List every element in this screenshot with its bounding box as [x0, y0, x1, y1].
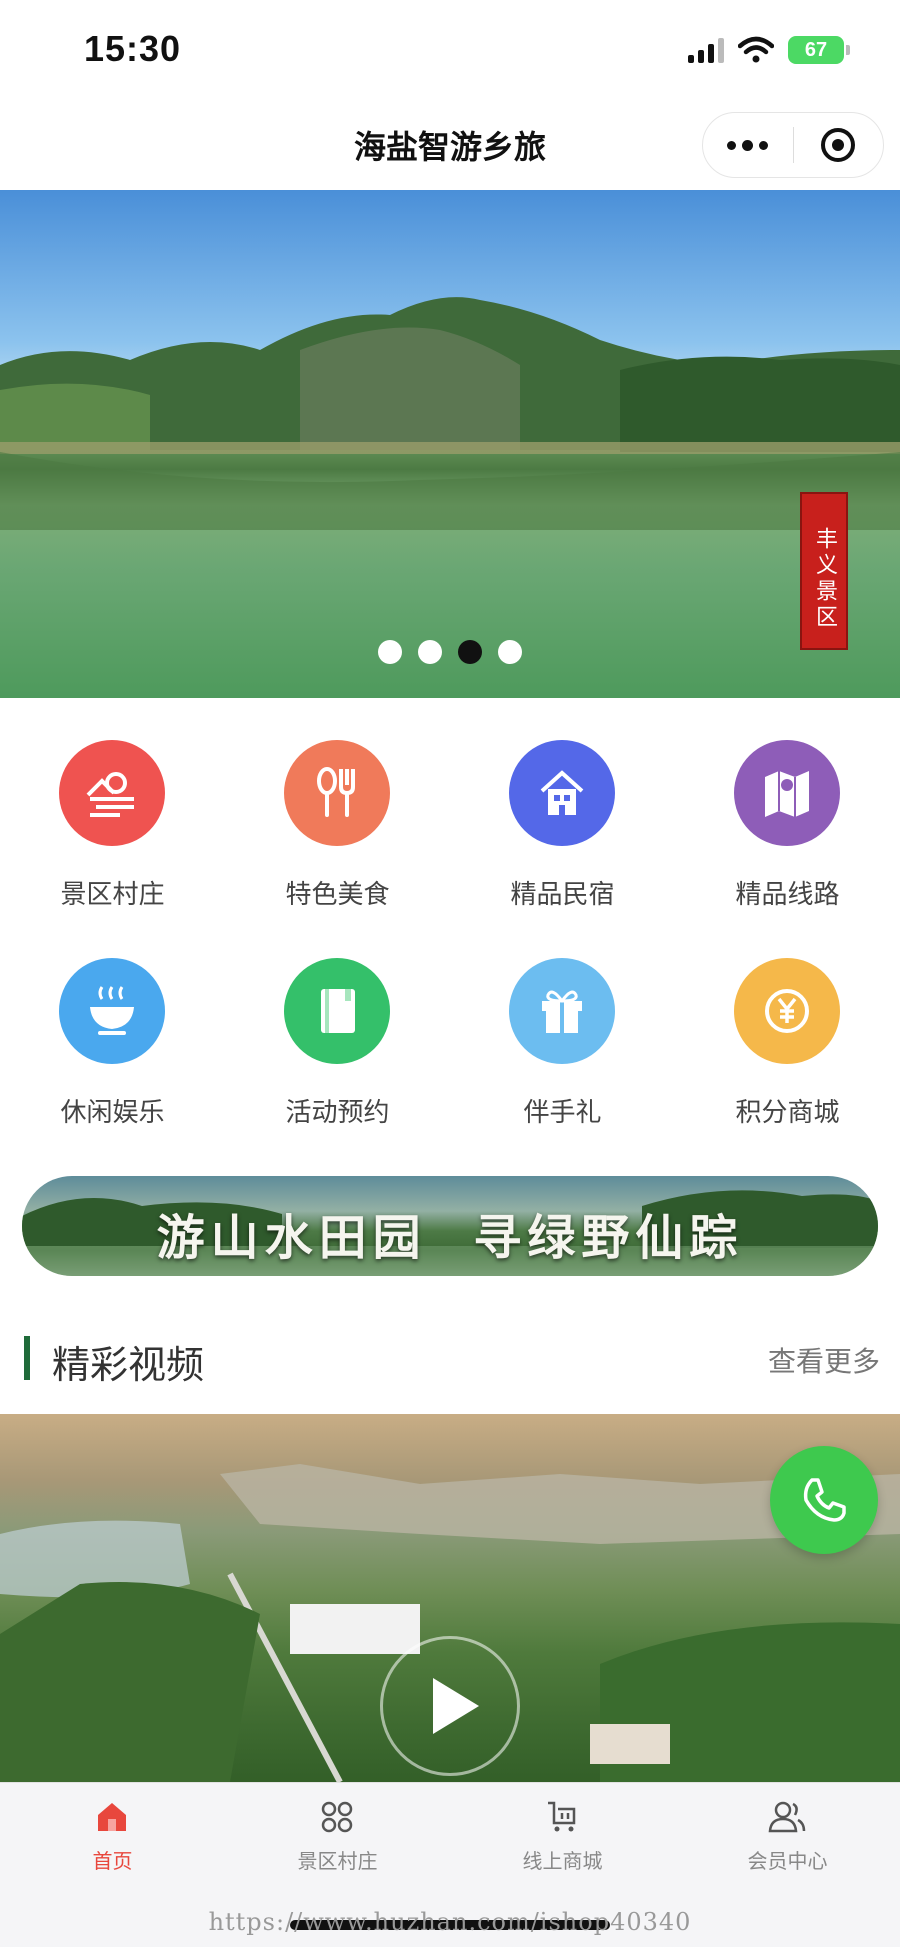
tab-scenic-villages[interactable]: 景区村庄 [225, 1797, 450, 1877]
category-leisure[interactable]: 休闲娱乐 [0, 958, 225, 1138]
category-label: 精品线路 [735, 880, 840, 910]
wifi-icon [738, 36, 774, 63]
section-accent-bar [24, 1336, 30, 1380]
battery-icon: 67 [788, 36, 850, 64]
category-event-booking[interactable]: 活动预约 [225, 958, 450, 1138]
status-time: 15:30 [84, 28, 182, 69]
tab-member-center[interactable]: 会员中心 [675, 1797, 900, 1877]
tab-label: 景区村庄 [297, 1849, 378, 1873]
tab-label: 首页 [92, 1849, 133, 1873]
watermark-url: https://www.huzhan.com/ishop40340 [208, 1908, 692, 1936]
status-bar: 15:30 67 [0, 0, 900, 100]
map-icon [734, 740, 840, 846]
carousel-dot[interactable] [418, 640, 442, 664]
category-label: 精品民宿 [510, 880, 615, 910]
tab-online-mall[interactable]: 线上商城 [450, 1797, 675, 1877]
carousel-dot[interactable] [498, 640, 522, 664]
banner-landscape-image [0, 297, 900, 530]
tab-home[interactable]: 首页 [0, 1797, 225, 1877]
carousel-dot-active[interactable] [458, 640, 482, 664]
video-player[interactable] [0, 1414, 900, 1782]
category-local-food[interactable]: 特色美食 [225, 740, 450, 920]
category-souvenirs[interactable]: 伴手礼 [450, 958, 675, 1138]
scenic-area-seal: 丰义景区 [800, 492, 848, 650]
category-grid: 景区村庄 特色美食 精品民宿 精品线路 休闲娱乐 活动预约 伴手礼 积分商城 [0, 740, 900, 1150]
category-label: 景区村庄 [60, 880, 165, 910]
more-menu-button[interactable] [703, 112, 793, 178]
category-label: 活动预约 [285, 1098, 390, 1128]
landscape-icon [59, 740, 165, 846]
tab-label: 线上商城 [522, 1849, 603, 1873]
category-label: 伴手礼 [523, 1098, 602, 1128]
tab-label: 会员中心 [747, 1849, 828, 1873]
battery-level: 67 [804, 38, 828, 61]
banner-carousel[interactable]: 丰义景区 [0, 190, 900, 698]
cellular-signal-icon [688, 37, 724, 63]
slogan-text: 游山水田园 寻绿野仙踪 [156, 1210, 744, 1266]
coin-icon [734, 958, 840, 1064]
cart-icon [542, 1797, 582, 1837]
category-boutique-homestay[interactable]: 精品民宿 [450, 740, 675, 920]
grid-icon [317, 1797, 357, 1837]
category-label: 休闲娱乐 [60, 1098, 165, 1128]
category-label: 特色美食 [285, 880, 390, 910]
category-label: 积分商城 [735, 1098, 840, 1128]
mini-program-capsule [702, 112, 884, 178]
play-icon [433, 1678, 479, 1734]
category-points-mall[interactable]: 积分商城 [675, 958, 900, 1138]
home-icon [92, 1797, 132, 1837]
nav-bar: 海盐智游乡旅 [0, 100, 900, 190]
book-icon [284, 958, 390, 1064]
status-icons: 67 [688, 36, 850, 64]
gift-icon [509, 958, 615, 1064]
close-button[interactable] [794, 112, 884, 178]
phone-icon [803, 1478, 846, 1522]
target-close-icon [821, 128, 856, 162]
carousel-dots [0, 640, 900, 664]
utensils-icon [284, 740, 390, 846]
category-scenic-villages[interactable]: 景区村庄 [0, 740, 225, 920]
tea-cup-icon [59, 958, 165, 1064]
video-section-header: 精彩视频 查看更多 [0, 1330, 900, 1387]
members-icon [767, 1797, 807, 1837]
homestay-icon [509, 740, 615, 846]
section-title: 精彩视频 [52, 1343, 205, 1387]
carousel-dot[interactable] [378, 640, 402, 664]
slogan-banner[interactable]: 游山水田园 寻绿野仙踪 [22, 1176, 878, 1276]
category-boutique-routes[interactable]: 精品线路 [675, 740, 900, 920]
view-more-link[interactable]: 查看更多 [768, 1340, 880, 1380]
play-button[interactable] [380, 1636, 520, 1776]
call-button[interactable] [770, 1446, 878, 1554]
